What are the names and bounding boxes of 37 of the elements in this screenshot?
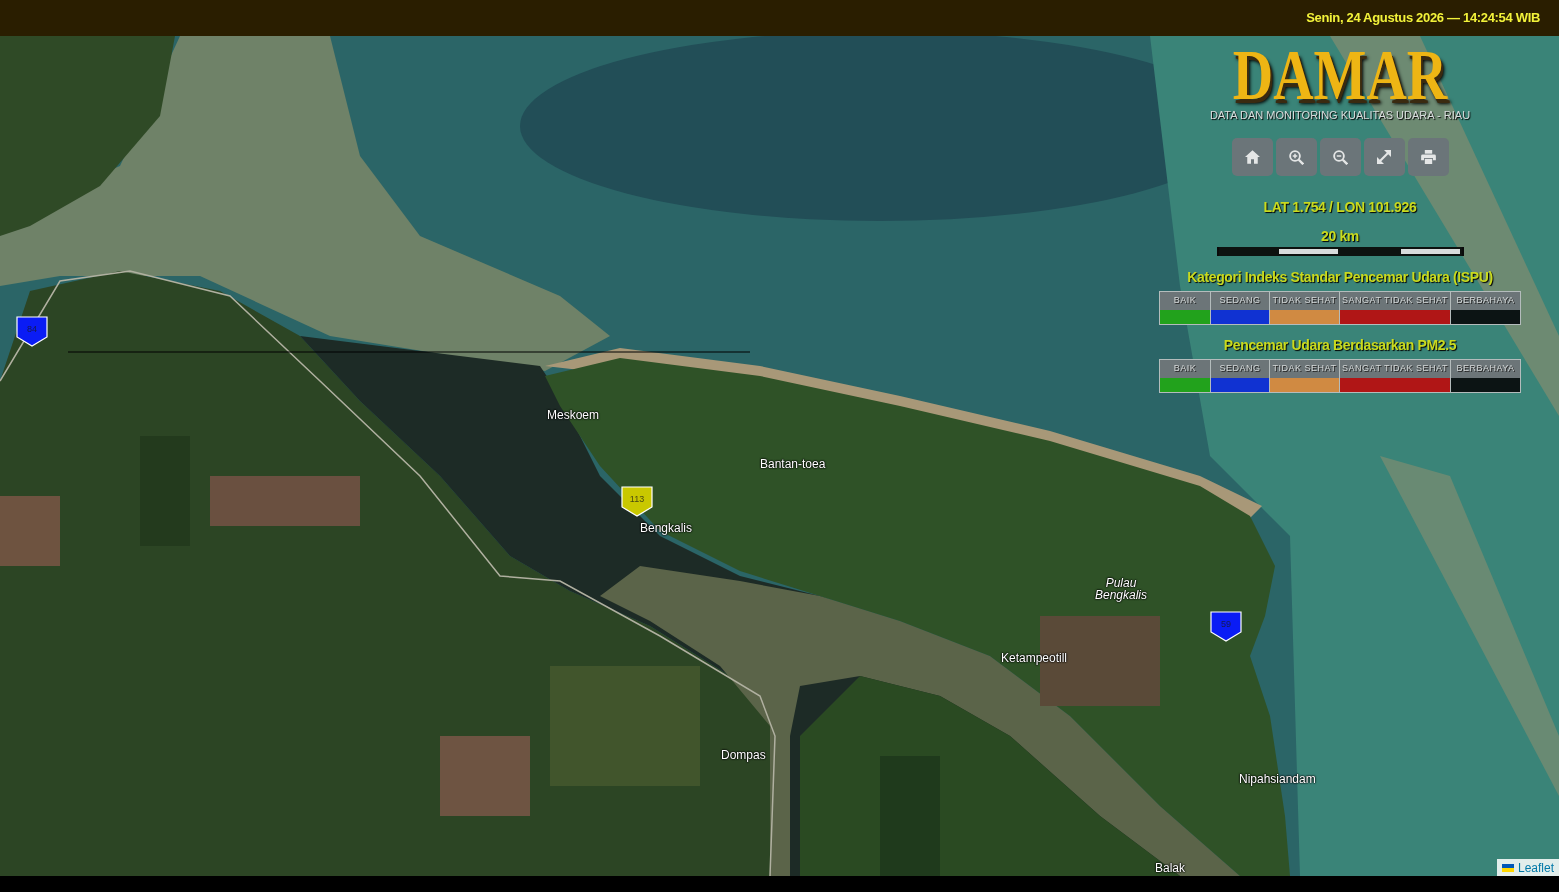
print-button[interactable] <box>1407 138 1449 176</box>
fullscreen-button[interactable] <box>1363 138 1405 176</box>
zoom-out-icon <box>1332 149 1348 165</box>
category-label: SANGAT TIDAK SEHAT <box>1340 360 1450 378</box>
place-label: Pulau Bengkalis <box>1094 577 1148 601</box>
home-button[interactable] <box>1231 138 1273 176</box>
category-label: TIDAK SEHAT <box>1270 292 1339 310</box>
coordinates-text: LAT 1.754 / LON 101.926 <box>1263 198 1417 216</box>
place-label: Bantan-toea <box>760 458 826 470</box>
logo-text: DAMAR <box>1232 37 1448 111</box>
expand-icon <box>1377 150 1391 164</box>
category-label: SANGAT TIDAK SEHAT <box>1340 292 1450 310</box>
category-label: TIDAK SEHAT <box>1270 360 1339 378</box>
place-label: Nipahsiandam <box>1239 773 1316 785</box>
zoom-in-icon <box>1288 149 1304 165</box>
date-time-text: Senin, 24 Agustus 2026 — 14:24:54 WIB <box>1306 9 1540 28</box>
category-label: BERBAHAYA <box>1451 292 1520 310</box>
zoom-out-button[interactable] <box>1319 138 1361 176</box>
home-icon <box>1244 150 1260 164</box>
category-label: SEDANG <box>1211 360 1269 378</box>
leaflet-link[interactable]: Leaflet <box>1517 860 1554 875</box>
legend-title: Kategori Indeks Standar Pencemar Udara (ISPU) <box>1187 268 1493 286</box>
category-label: BAIK <box>1160 360 1210 378</box>
place-label: Ketampeotill <box>1001 652 1068 664</box>
zoom-in-button[interactable] <box>1275 138 1317 176</box>
place-label: Balak <box>1155 862 1186 874</box>
category-label: BAIK <box>1160 292 1210 310</box>
printer-icon <box>1420 150 1436 164</box>
place-label: Dompas <box>721 749 766 761</box>
category-label: SEDANG <box>1211 292 1269 310</box>
subtitle-text: DATA DAN MONITORING KUALITAS UDARA - RIAU <box>1209 108 1471 122</box>
place-label: Bengkalis <box>640 522 693 534</box>
place-label: Meskoem <box>547 409 599 421</box>
category-label: BERBAHAYA <box>1451 360 1520 378</box>
flag-icon <box>1501 863 1514 872</box>
legend-title: Pencemar Udara Berdasarkan PM2.5 <box>1223 336 1457 354</box>
scale-label: 20 km <box>1321 227 1359 245</box>
